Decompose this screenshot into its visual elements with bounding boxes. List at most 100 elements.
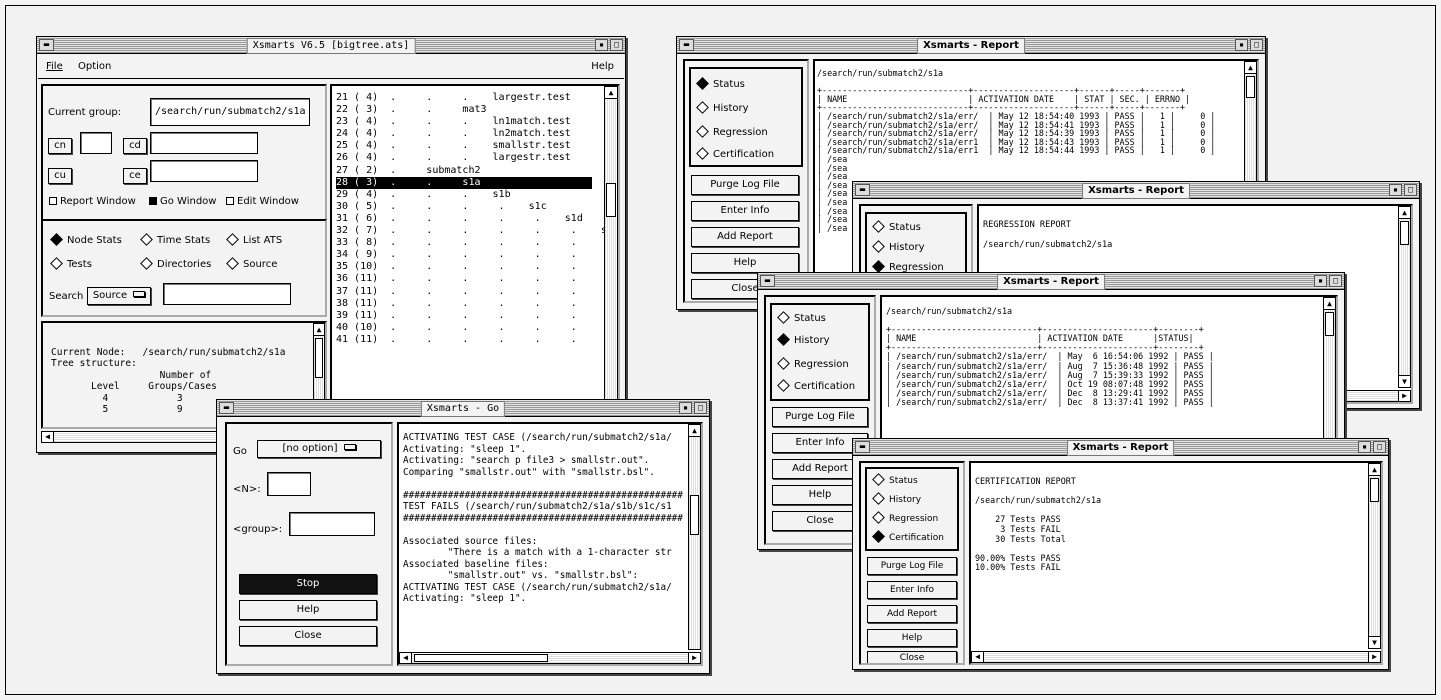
- radio-node-stats[interactable]: Node Stats: [49, 233, 122, 246]
- scroll-down-icon[interactable]: ▼: [1369, 636, 1380, 648]
- log-hscroll[interactable]: ◀ ▶: [399, 652, 701, 664]
- window-menu-icon[interactable]: ▬: [760, 275, 775, 287]
- search-option-menu[interactable]: Source: [87, 287, 151, 305]
- radio-history[interactable]: History: [871, 240, 925, 253]
- close-button[interactable]: Close: [867, 651, 957, 663]
- cd-button[interactable]: cd: [123, 138, 147, 154]
- help-button[interactable]: Help: [691, 253, 799, 273]
- log-vscroll[interactable]: ▲: [688, 424, 701, 650]
- minimize-icon[interactable]: ▪: [1235, 39, 1248, 51]
- ce-button[interactable]: ce: [123, 168, 147, 184]
- maximize-icon[interactable]: □: [1373, 441, 1386, 453]
- menu-file[interactable]: File: [46, 61, 63, 72]
- radio-certification[interactable]: Certification: [776, 379, 855, 392]
- add-report-button[interactable]: Add Report: [867, 605, 957, 623]
- tree-row[interactable]: 26 ( 4) . . . largestr.test: [336, 152, 592, 164]
- tree-row[interactable]: 36 (11) . . . . . . .: [336, 273, 613, 285]
- scroll-left-icon[interactable]: ◀: [972, 652, 984, 662]
- tree-row[interactable]: 39 (11) . . . . . . .: [336, 310, 613, 322]
- scroll-up-icon[interactable]: ▲: [1245, 62, 1256, 74]
- radio-time-stats[interactable]: Time Stats: [139, 233, 210, 246]
- scroll-thumb[interactable]: [414, 654, 548, 662]
- go-window-check[interactable]: Go Window: [149, 196, 216, 207]
- window-menu-icon[interactable]: ▬: [219, 402, 234, 414]
- radio-tests[interactable]: Tests: [49, 257, 92, 270]
- title-bar[interactable]: ▬ Xsmarts - Report ▪ □: [853, 182, 1419, 199]
- report-hscroll[interactable]: ◀ ▶: [971, 651, 1381, 663]
- scroll-left-icon[interactable]: ◀: [400, 653, 412, 663]
- scroll-up-icon[interactable]: ▲: [1399, 207, 1410, 219]
- window-menu-icon[interactable]: ▬: [39, 39, 54, 51]
- search-field[interactable]: [163, 283, 291, 305]
- scroll-thumb[interactable]: [1246, 76, 1255, 98]
- enter-info-button[interactable]: Enter Info: [867, 581, 957, 599]
- help-button[interactable]: Help: [867, 629, 957, 647]
- tree-row[interactable]: 37 (11) . . . . . . .: [336, 286, 613, 298]
- scroll-thumb[interactable]: [315, 338, 323, 378]
- scroll-thumb[interactable]: [606, 183, 616, 217]
- tree-row[interactable]: 33 ( 8) . . . . . . .: [336, 237, 613, 249]
- maximize-icon[interactable]: □: [610, 39, 623, 51]
- tree-row[interactable]: 21 ( 4) . . . largestr.test: [336, 92, 592, 104]
- cn-field[interactable]: [80, 132, 112, 154]
- main-hscroll[interactable]: ◀: [41, 431, 241, 443]
- tree-row[interactable]: 41 (11) . . . . . . .: [336, 334, 613, 346]
- tree-row[interactable]: 27 ( 2) . submatch2: [336, 165, 592, 177]
- tree-row[interactable]: 32 ( 7) . . . . . . s1e: [336, 225, 618, 237]
- minimize-icon[interactable]: ▪: [1389, 184, 1402, 196]
- radio-history[interactable]: History: [871, 492, 921, 505]
- window-menu-icon[interactable]: ▬: [855, 184, 870, 196]
- window-menu-icon[interactable]: ▬: [679, 39, 694, 51]
- stop-button[interactable]: Stop: [239, 574, 377, 594]
- title-bar[interactable]: ▬ Xsmarts - Report ▪ □: [853, 439, 1388, 456]
- scroll-left-icon[interactable]: ◀: [42, 432, 54, 442]
- radio-list-ats[interactable]: List ATS: [225, 233, 282, 246]
- report-vscroll[interactable]: ▲ ▼: [1368, 463, 1381, 649]
- maximize-icon[interactable]: □: [694, 402, 707, 414]
- radio-directories[interactable]: Directories: [139, 257, 211, 270]
- purge-log-button[interactable]: Purge Log File: [691, 175, 799, 195]
- radio-regression[interactable]: Regression: [695, 125, 768, 138]
- ce-field[interactable]: [150, 160, 258, 182]
- tree-row[interactable]: 30 ( 5) . . . . s1c: [336, 201, 592, 213]
- window-menu-icon[interactable]: ▬: [855, 441, 870, 453]
- tree-list[interactable]: 21 ( 4) . . . largestr.test 22 ( 3) . . m…: [336, 92, 618, 346]
- minimize-icon[interactable]: ▪: [1314, 275, 1327, 287]
- report-window-check[interactable]: Report Window: [49, 196, 136, 207]
- maximize-icon[interactable]: □: [1404, 184, 1417, 196]
- title-bar[interactable]: ▬ Xsmarts V6.5 [bigtree.ats] ▪ □: [37, 37, 625, 54]
- tree-row[interactable]: 31 ( 6) . . . . . s1d: [336, 213, 592, 225]
- radio-regression[interactable]: Regression: [871, 511, 938, 524]
- tree-row[interactable]: 29 ( 4) . . . s1b: [336, 189, 592, 201]
- radio-status[interactable]: Status: [695, 77, 745, 90]
- current-group-field[interactable]: /search/run/submatch2/s1a: [150, 98, 310, 126]
- n-field[interactable]: [267, 472, 311, 496]
- title-bar[interactable]: ▬ Xsmarts - Report ▪ □: [677, 37, 1265, 54]
- title-bar[interactable]: ▬ Xsmarts - Report ▪ □: [758, 273, 1344, 290]
- scroll-thumb[interactable]: [690, 495, 699, 535]
- tree-row[interactable]: 24 ( 4) . . . ln2match.test: [336, 128, 592, 140]
- scroll-up-icon[interactable]: ▲: [605, 87, 617, 99]
- cu-button[interactable]: cu: [48, 168, 72, 184]
- cd-field[interactable]: [150, 132, 258, 154]
- radio-certification[interactable]: Certification: [695, 147, 774, 160]
- tree-row[interactable]: 25 ( 4) . . . smallstr.test: [336, 140, 592, 152]
- menu-option[interactable]: Option: [78, 61, 111, 72]
- add-report-button[interactable]: Add Report: [691, 227, 799, 247]
- tree-row[interactable]: 38 (11) . . . . . . .: [336, 298, 613, 310]
- radio-certification[interactable]: Certification: [871, 530, 944, 543]
- group-field[interactable]: [289, 512, 375, 536]
- minimize-icon[interactable]: ▪: [595, 39, 608, 51]
- help-button[interactable]: Help: [239, 600, 377, 620]
- title-bar[interactable]: ▬ Xsmarts - Go ▪ □: [217, 400, 709, 417]
- purge-log-button[interactable]: Purge Log File: [772, 407, 868, 427]
- maximize-icon[interactable]: □: [1250, 39, 1263, 51]
- radio-status[interactable]: Status: [776, 311, 826, 324]
- tree-row[interactable]: 28 ( 3) . . s1a: [336, 176, 592, 189]
- tree-vscroll[interactable]: ▲: [604, 86, 618, 428]
- tree-row[interactable]: 23 ( 4) . . . ln1match.test: [336, 116, 592, 128]
- report-vscroll[interactable]: ▲ ▼: [1398, 206, 1411, 388]
- close-button[interactable]: Close: [239, 626, 377, 646]
- go-option-menu[interactable]: [no option]: [257, 440, 381, 458]
- tree-row[interactable]: 35 (10) . . . . . . .: [336, 261, 613, 273]
